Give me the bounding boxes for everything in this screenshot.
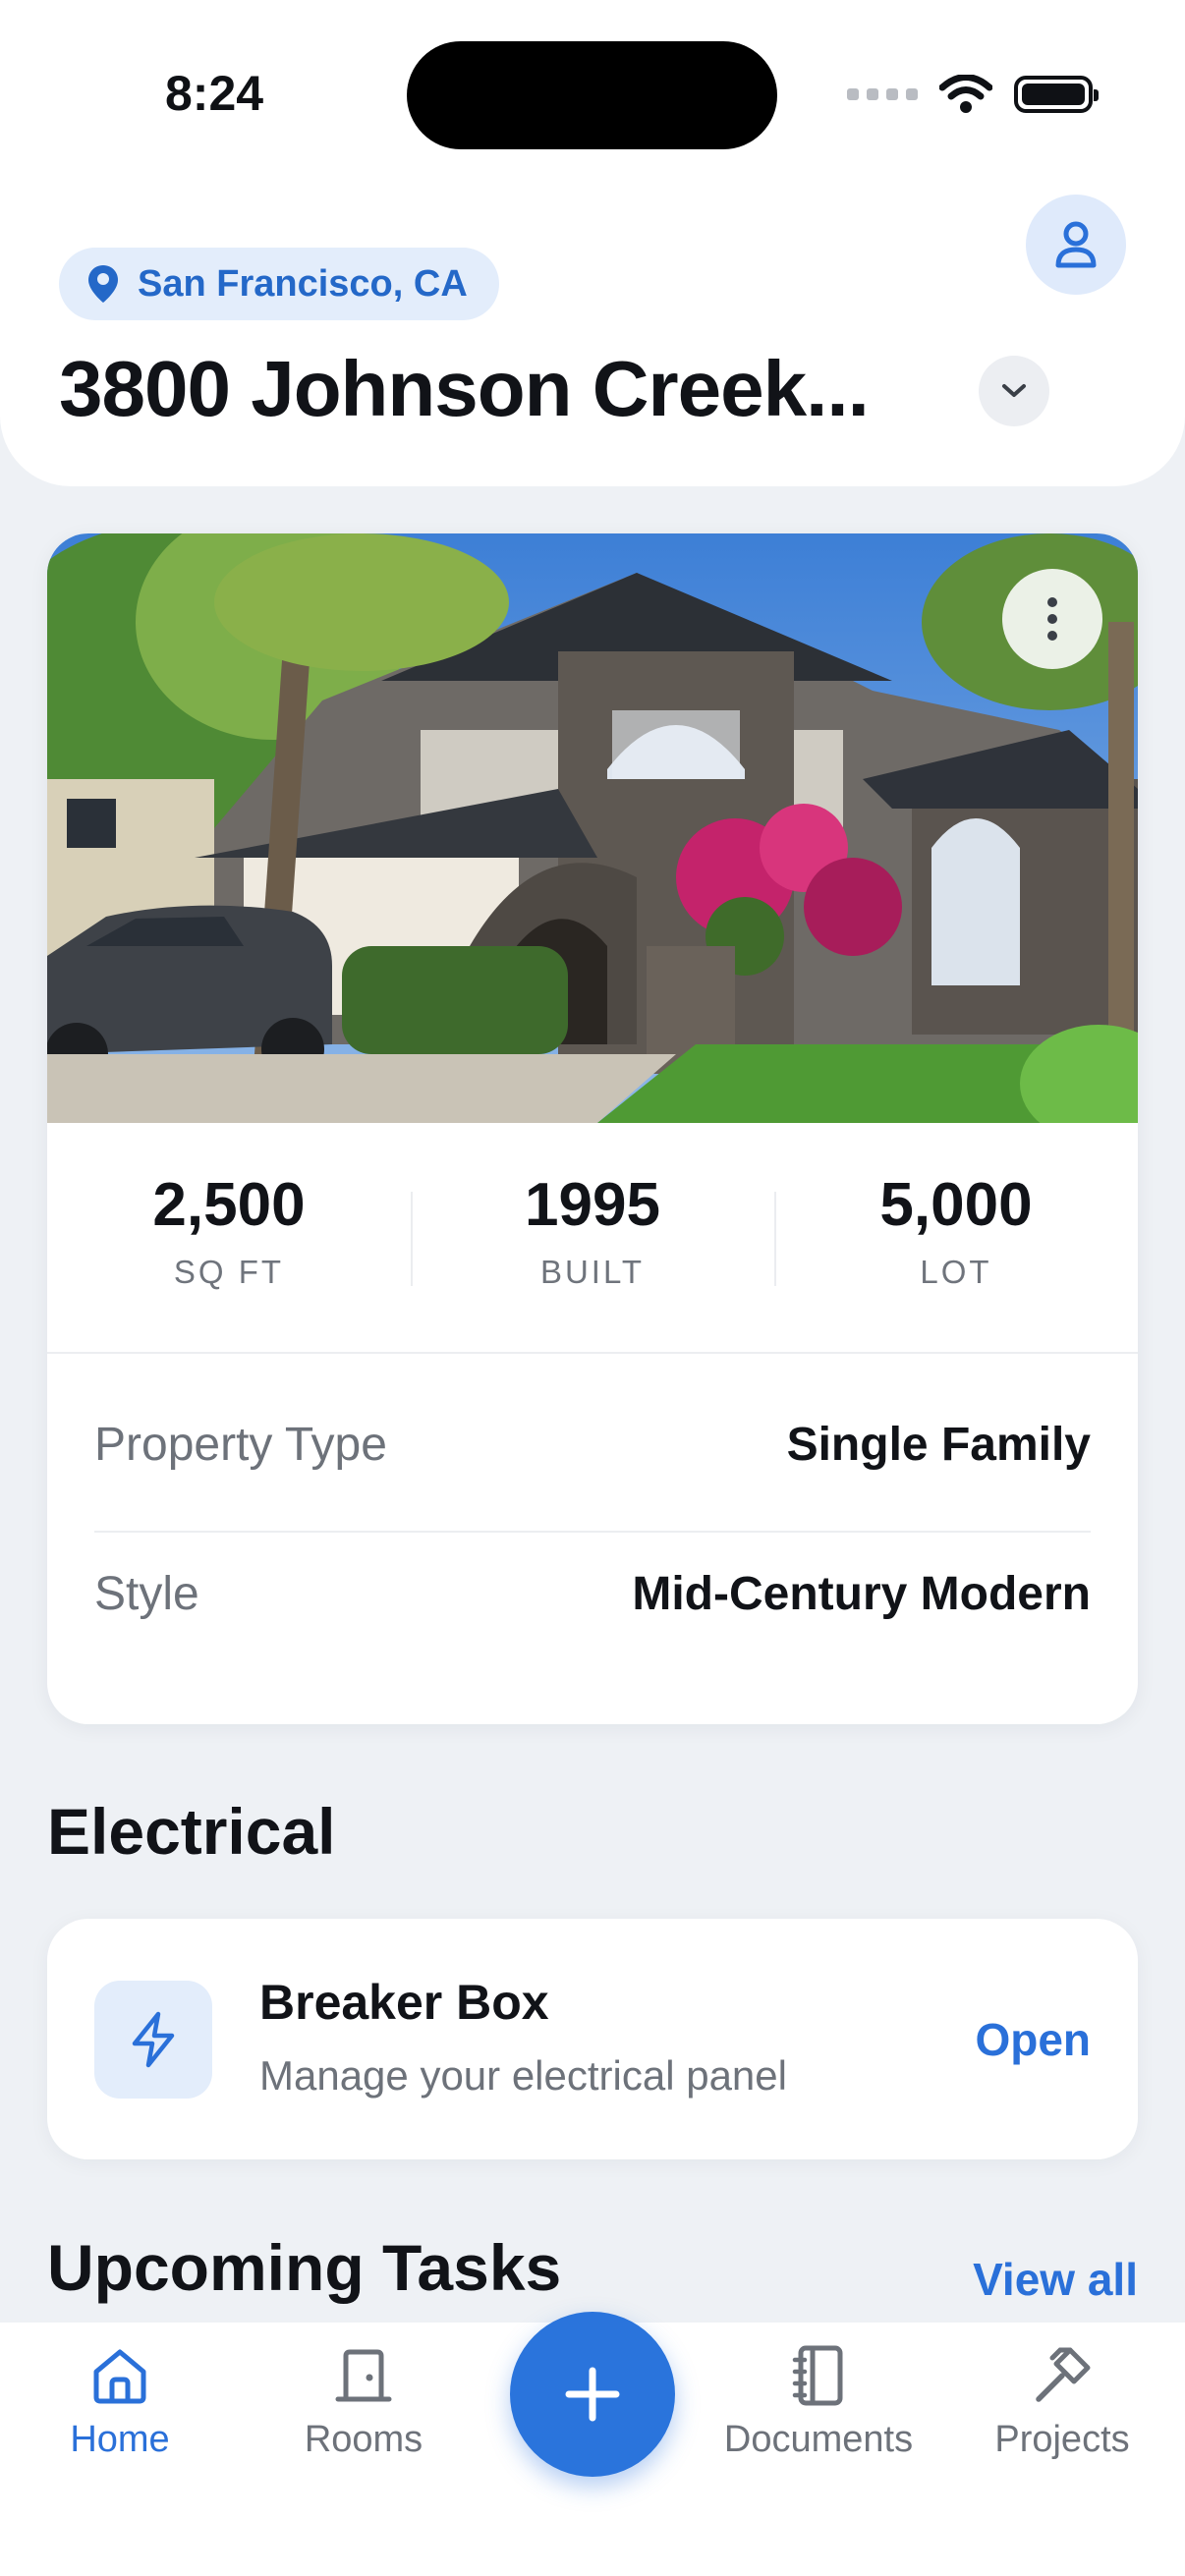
tab-label: Rooms <box>304 2419 423 2460</box>
hammer-icon <box>1036 2347 1091 2402</box>
add-button[interactable] <box>510 2312 675 2477</box>
section-title-electrical: Electrical <box>47 1795 336 1868</box>
detail-value: Mid-Century Modern <box>632 1568 1091 1620</box>
user-icon <box>1055 221 1097 268</box>
stat-label: SQ FT <box>173 1254 285 1290</box>
detail-key: Property Type <box>94 1419 387 1471</box>
tab-label: Documents <box>723 2419 914 2460</box>
more-vertical-icon <box>1047 597 1057 641</box>
stat-value: 2,500 <box>152 1171 306 1239</box>
tab-rooms[interactable]: Rooms <box>241 2344 486 2461</box>
stat-value: 1995 <box>525 1171 660 1239</box>
property-address[interactable]: 3800 Johnson Creek... <box>59 344 870 434</box>
status-time: 8:24 <box>165 66 264 121</box>
stat-sqft: 2,500 SQ FT <box>47 1123 411 1352</box>
breaker-box-subtitle: Manage your electrical panel <box>259 2052 787 2099</box>
stat-built: 1995 BUILT <box>411 1123 774 1352</box>
tab-documents[interactable]: Documents <box>696 2344 941 2461</box>
divider <box>94 1531 1091 1533</box>
detail-row-style: Style Mid-Century Modern <box>94 1567 1091 1621</box>
plus-icon <box>565 2367 620 2422</box>
open-button[interactable]: Open <box>975 2013 1091 2066</box>
property-photo <box>47 533 1138 1123</box>
home-icon <box>93 2349 146 2404</box>
notebook-icon <box>792 2345 843 2406</box>
stat-lot: 5,000 LOT <box>774 1123 1138 1352</box>
tab-projects[interactable]: Projects <box>939 2344 1185 2461</box>
detail-value: Single Family <box>786 1419 1091 1471</box>
breaker-box-card[interactable]: Breaker Box Manage your electrical panel… <box>47 1919 1138 2159</box>
lightning-icon <box>94 1981 212 2099</box>
more-options-button[interactable] <box>1002 569 1102 669</box>
signal-icon <box>847 88 918 100</box>
chevron-down-icon <box>1002 384 1026 397</box>
address-dropdown-button[interactable] <box>979 356 1049 426</box>
property-card: 2,500 SQ FT 1995 BUILT 5,000 LOT Propert… <box>47 533 1138 1724</box>
door-icon <box>335 2349 392 2402</box>
profile-button[interactable] <box>1026 195 1126 295</box>
status-indicators <box>847 69 1099 120</box>
wifi-icon <box>939 75 992 113</box>
breaker-box-title: Breaker Box <box>259 1975 549 2030</box>
stat-label: BUILT <box>539 1254 646 1290</box>
stat-label: LOT <box>920 1254 992 1290</box>
location-pin-icon <box>88 265 118 303</box>
view-all-link[interactable]: View all <box>973 2253 1138 2306</box>
header: 8:24 San Francisco, CA 3800 Johnson Cree… <box>0 0 1185 486</box>
detail-key: Style <box>94 1568 199 1620</box>
dynamic-island <box>407 41 777 149</box>
section-title-upcoming-tasks: Upcoming Tasks <box>47 2231 562 2304</box>
property-stats: 2,500 SQ FT 1995 BUILT 5,000 LOT <box>47 1123 1138 1354</box>
location-label: San Francisco, CA <box>138 262 468 305</box>
tab-label: Projects <box>994 2419 1130 2460</box>
location-chip[interactable]: San Francisco, CA <box>59 248 499 320</box>
tab-label: Home <box>70 2419 170 2460</box>
stat-value: 5,000 <box>879 1171 1033 1239</box>
tab-home[interactable]: Home <box>0 2344 243 2461</box>
detail-row-property-type: Property Type Single Family <box>94 1418 1091 1472</box>
battery-icon <box>1014 76 1099 113</box>
